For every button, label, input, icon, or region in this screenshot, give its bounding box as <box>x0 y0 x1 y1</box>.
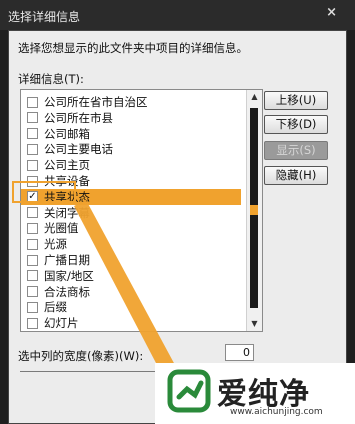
item-label: 幻灯片 <box>44 316 79 331</box>
details-listbox[interactable]: 公司所在省市自治区 公司所在市县 公司邮箱 公司主要电话 公司主页 共享设备 ✓ 共享状态 关闭… <box>20 89 263 332</box>
list-item[interactable]: 公司所在省市自治区 <box>21 94 241 110</box>
item-label: 广播日期 <box>44 253 90 267</box>
list-item[interactable]: 后缀 <box>21 299 241 315</box>
item-label: 公司主要电话 <box>44 142 113 157</box>
scroll-up-arrow-icon[interactable]: ▲ <box>247 90 262 104</box>
watermark-url: www.aichunjing.com <box>230 407 323 417</box>
item-checkbox[interactable] <box>27 159 38 171</box>
item-checkbox[interactable] <box>27 207 38 219</box>
item-checkbox[interactable] <box>27 222 38 234</box>
column-width-input[interactable]: 0 <box>225 344 254 361</box>
item-checkbox[interactable] <box>27 301 38 313</box>
list-item[interactable]: 合法商标 <box>21 284 241 300</box>
column-width-label: 选中列的宽度(像素)(W): <box>18 349 144 363</box>
hide-button[interactable]: 隐藏(H) <box>264 166 328 185</box>
item-checkbox[interactable] <box>27 270 38 282</box>
item-label: 光源 <box>44 237 67 252</box>
description-text: 选择您想显示的此文件夹中项目的详细信息。 <box>18 41 248 55</box>
list-item[interactable]: 广播日期 <box>21 252 241 268</box>
list-item[interactable]: 公司主要电话 <box>21 141 241 157</box>
item-label: 国家/地区 <box>44 268 94 283</box>
item-checkbox[interactable] <box>27 317 38 329</box>
list-item[interactable]: 国家/地区 <box>21 268 241 284</box>
item-label: 后缀 <box>44 300 67 315</box>
move-down-button[interactable]: 下移(D) <box>264 115 328 134</box>
item-checkbox[interactable] <box>27 128 38 140</box>
list-item[interactable]: 幻灯片 <box>21 315 241 331</box>
window-title: 选择详细信息 <box>8 10 81 24</box>
list-scrollbar[interactable]: ▲ ▼ <box>246 90 262 331</box>
scroll-position-marker <box>250 205 258 215</box>
item-label: 公司邮箱 <box>44 126 90 141</box>
item-checkbox[interactable] <box>27 238 38 250</box>
item-label: 公司主页 <box>44 158 90 173</box>
list-item[interactable]: 关闭字幕 <box>21 205 241 221</box>
show-button[interactable]: 显示(S) <box>264 141 328 160</box>
move-up-button[interactable]: 上移(U) <box>264 91 328 110</box>
watermark: 爱纯净 www.aichunjing.com <box>155 363 355 424</box>
title-bar: 选择详细信息 × <box>0 0 355 30</box>
details-list-label: 详细信息(T): <box>18 72 84 86</box>
list-item[interactable]: 公司主页 <box>21 157 241 173</box>
list-item[interactable]: 公司所在市县 <box>21 110 241 126</box>
item-label: 公司所在省市自治区 <box>44 95 148 109</box>
scroll-down-arrow-icon[interactable]: ▼ <box>247 317 262 331</box>
item-checkbox[interactable] <box>27 143 38 155</box>
list-item[interactable]: 光源 <box>21 236 241 252</box>
item-checkbox[interactable] <box>27 286 38 298</box>
item-checkbox[interactable] <box>27 96 38 108</box>
watermark-logo-icon <box>167 369 211 413</box>
item-label: 公司所在市县 <box>44 110 113 125</box>
highlight-box <box>12 181 76 203</box>
item-label: 合法商标 <box>44 284 90 299</box>
item-checkbox[interactable] <box>27 112 38 124</box>
list-item[interactable]: 公司邮箱 <box>21 126 241 142</box>
item-label: 关闭字幕 <box>44 205 90 220</box>
list-item[interactable]: 光圈值 <box>21 220 241 236</box>
item-checkbox[interactable] <box>27 254 38 266</box>
close-icon[interactable]: × <box>326 5 337 20</box>
item-label: 光圈值 <box>44 221 79 236</box>
